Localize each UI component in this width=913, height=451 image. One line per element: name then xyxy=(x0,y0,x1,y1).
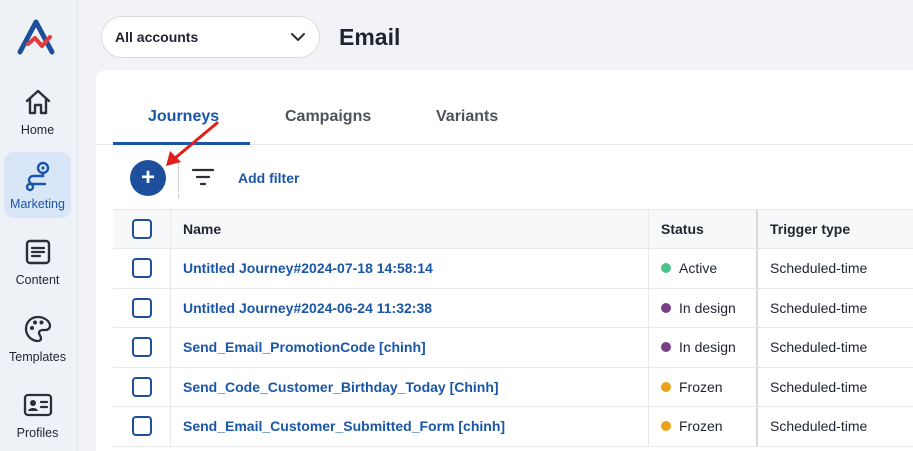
row-checkbox[interactable] xyxy=(131,258,152,279)
sidebar-item-content[interactable]: Content xyxy=(4,228,71,294)
main-panel: Journeys Campaigns Variants + Add filter… xyxy=(96,70,913,451)
tab-campaigns[interactable]: Campaigns xyxy=(285,108,371,126)
route-icon xyxy=(22,160,54,192)
status-text: Frozen xyxy=(679,378,723,395)
sidebar-item-label: Templates xyxy=(9,350,66,364)
journey-name-link[interactable]: Send_Email_PromotionCode [chinh] xyxy=(183,339,426,355)
sidebar-item-home[interactable]: Home xyxy=(4,78,71,144)
chevron-down-icon xyxy=(291,33,305,41)
select-all-checkbox[interactable] xyxy=(131,219,152,239)
status-dot xyxy=(661,302,671,313)
account-select-value: All accounts xyxy=(115,29,199,45)
document-icon xyxy=(22,236,54,268)
select-all-cell xyxy=(113,210,171,248)
sidebar-item-label: Profiles xyxy=(16,426,59,440)
tab-journeys[interactable]: Journeys xyxy=(148,108,219,126)
status-text: In design xyxy=(679,299,736,316)
journey-name-link[interactable]: Send_Email_Customer_Submitted_Form [chin… xyxy=(183,418,505,434)
add-filter-link[interactable]: Add filter xyxy=(238,170,299,186)
journey-name-link[interactable]: Send_Code_Customer_Birthday_Today [Chinh… xyxy=(183,379,499,395)
sidebar-item-profiles[interactable]: Profiles xyxy=(4,381,71,447)
row-checkbox[interactable] xyxy=(131,337,152,358)
journey-name-link[interactable]: Untitled Journey#2024-07-18 14:58:14 xyxy=(183,260,433,276)
trigger-type-text: Scheduled-time xyxy=(770,260,868,277)
status-dot xyxy=(661,421,671,432)
home-icon xyxy=(22,86,54,118)
journey-name-link[interactable]: Untitled Journey#2024-06-24 11:32:38 xyxy=(183,300,432,316)
table-row: Send_Email_PromotionCode [chinh] In desi… xyxy=(113,328,913,368)
sidebar-item-label: Content xyxy=(15,273,60,287)
filter-icon[interactable] xyxy=(192,167,214,187)
sidebar-item-templates[interactable]: Templates xyxy=(4,305,71,371)
id-card-icon xyxy=(22,389,54,421)
trigger-type-text: Scheduled-time xyxy=(770,299,868,316)
account-select[interactable]: All accounts xyxy=(101,16,320,58)
row-checkbox[interactable] xyxy=(131,297,152,318)
status-dot xyxy=(661,263,671,274)
table-row: Send_Code_Customer_Birthday_Today [Chinh… xyxy=(113,367,913,407)
table-row: Untitled Journey#2024-07-18 14:58:14 Act… xyxy=(113,249,913,289)
sidebar-item-label: Home xyxy=(20,123,55,137)
row-checkbox[interactable] xyxy=(131,416,152,437)
sidebar-item-marketing[interactable]: Marketing xyxy=(4,152,71,218)
status-dot xyxy=(661,342,671,353)
add-journey-button[interactable]: + xyxy=(130,160,166,196)
status-dot xyxy=(661,381,671,392)
active-tab-indicator xyxy=(113,142,250,145)
toolbar-divider xyxy=(178,160,179,198)
tab-variants[interactable]: Variants xyxy=(436,108,498,126)
sidebar-item-label: Marketing xyxy=(10,197,65,211)
column-header-status[interactable]: Status xyxy=(649,210,758,248)
trigger-type-text: Scheduled-time xyxy=(770,378,868,395)
row-checkbox[interactable] xyxy=(131,376,152,397)
column-header-trigger-type[interactable]: Trigger type xyxy=(758,210,913,248)
page-title: Email xyxy=(339,24,401,50)
sidebar: Home Marketing Content Templates Profile… xyxy=(0,0,78,451)
app-logo[interactable] xyxy=(16,18,56,56)
status-text: Active xyxy=(679,260,718,277)
table-row: Untitled Journey#2024-06-24 11:32:38 In … xyxy=(113,288,913,328)
plus-icon: + xyxy=(140,164,155,191)
column-header-name[interactable]: Name xyxy=(171,210,649,248)
palette-icon xyxy=(22,313,54,345)
table-row: Send_Email_Customer_Submitted_Form [chin… xyxy=(113,407,913,447)
trigger-type-text: Scheduled-time xyxy=(770,418,868,435)
status-text: Frozen xyxy=(679,418,723,435)
journeys-table: Name Status Trigger type Untitled Journe… xyxy=(113,209,913,447)
status-text: In design xyxy=(679,339,736,356)
table-header-row: Name Status Trigger type xyxy=(113,209,913,249)
trigger-type-text: Scheduled-time xyxy=(770,339,868,356)
tab-bar: Journeys Campaigns Variants xyxy=(96,70,913,145)
